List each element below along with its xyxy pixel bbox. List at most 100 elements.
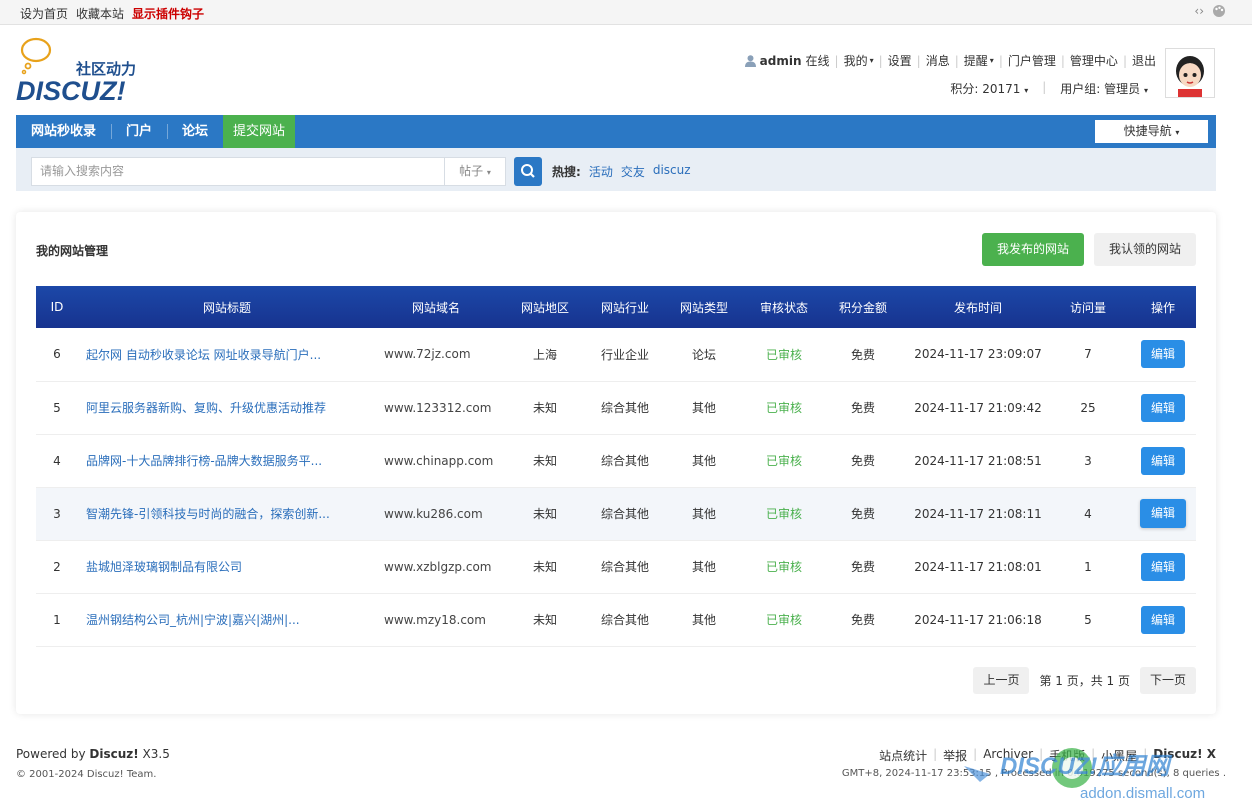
show-plugin-hook-link[interactable]: 显示插件钩子 xyxy=(132,5,204,22)
bookmark-link[interactable]: 收藏本站 xyxy=(76,5,124,22)
hot-searches: 热搜: 活动 交友 discuz xyxy=(552,163,691,180)
cell-industry: 综合其他 xyxy=(594,487,656,541)
site-management-panel: 我的网站管理 我发布的网站 我认领的网站 ID 网站标题 网站域名 网站地区 网… xyxy=(16,212,1216,714)
search-button[interactable] xyxy=(514,157,542,186)
cell-price: 免费 xyxy=(816,593,910,647)
avatar[interactable] xyxy=(1165,48,1215,98)
palette-icon[interactable] xyxy=(1212,4,1226,18)
col-header-status: 审核状态 xyxy=(752,286,816,328)
my-menu[interactable]: 我的 xyxy=(844,52,868,69)
cell-time: 2024-11-17 23:09:07 xyxy=(910,328,1046,382)
col-header-title: 网站标题 xyxy=(78,286,376,328)
table-row: 2 盐城旭泽玻璃钢制品有限公司 www.xzblgzp.com 未知 综合其他 … xyxy=(36,540,1196,594)
cell-time: 2024-11-17 21:08:51 xyxy=(910,434,1046,488)
cell-region: 上海 xyxy=(496,328,594,382)
portal-admin-link[interactable]: 门户管理 xyxy=(1008,52,1056,69)
hot-word-discuz[interactable]: discuz xyxy=(653,163,691,180)
caret-down-icon: ▾ xyxy=(486,168,491,177)
settings-link[interactable]: 设置 xyxy=(888,52,912,69)
nav-item-forum[interactable]: 论坛 xyxy=(167,115,223,148)
site-title-link[interactable]: 温州钢结构公司_杭州|宁波|嘉兴|湖州|... xyxy=(78,593,376,647)
edit-button[interactable]: 编辑 xyxy=(1140,499,1186,528)
nav-item-portal[interactable]: 门户 xyxy=(111,115,167,148)
cell-price: 免费 xyxy=(816,540,910,594)
cell-type: 其他 xyxy=(656,434,752,488)
quick-nav-button[interactable]: 快捷导航 ▾ xyxy=(1095,120,1208,143)
prev-page-button[interactable]: 上一页 xyxy=(973,667,1030,694)
discuz-logo[interactable]: 社区动力 DISCUZ! xyxy=(16,36,156,104)
edit-button[interactable]: 编辑 xyxy=(1141,446,1185,475)
set-homepage-link[interactable]: 设为首页 xyxy=(20,5,68,22)
cell-action: 编辑 xyxy=(1130,381,1196,435)
cell-status: 已审核 xyxy=(752,381,816,435)
col-header-industry: 网站行业 xyxy=(594,286,656,328)
cell-views: 3 xyxy=(1046,434,1130,488)
cell-industry: 综合其他 xyxy=(594,593,656,647)
site-title-link[interactable]: 起尔网 自动秒收录论坛 网址收录导航门户... xyxy=(78,328,376,382)
site-title-link[interactable]: 盐城旭泽玻璃钢制品有限公司 xyxy=(78,540,376,594)
hot-word-activity[interactable]: 活动 xyxy=(589,163,613,180)
cell-status: 已审核 xyxy=(752,434,816,488)
col-header-region: 网站地区 xyxy=(496,286,594,328)
panel-title: 我的网站管理 xyxy=(36,244,109,258)
caret-down-icon: ▾ xyxy=(989,56,994,65)
cell-domain: www.chinapp.com xyxy=(376,434,496,488)
top-links: 设为首页 收藏本站 显示插件钩子 xyxy=(20,5,204,22)
cell-region: 未知 xyxy=(496,487,594,541)
cell-status: 已审核 xyxy=(752,593,816,647)
pagination: 上一页 第 1 页，共 1 页 下一页 xyxy=(973,667,1196,694)
cell-industry: 综合其他 xyxy=(594,434,656,488)
next-page-button[interactable]: 下一页 xyxy=(1139,667,1196,694)
edit-button[interactable]: 编辑 xyxy=(1141,340,1185,369)
cell-industry: 综合其他 xyxy=(594,540,656,594)
edit-button[interactable]: 编辑 xyxy=(1141,393,1185,422)
table-row: 4 品牌网-十大品牌排行榜-品牌大数据服务平... www.chinapp.co… xyxy=(36,434,1196,488)
search-icon xyxy=(521,164,535,178)
cell-domain: www.xzblgzp.com xyxy=(376,540,496,594)
caret-down-icon: ▾ xyxy=(1024,86,1029,95)
table-row: 6 起尔网 自动秒收录论坛 网址收录导航门户... www.72jz.com 上… xyxy=(36,328,1196,382)
search-input[interactable]: 请输入搜索内容 xyxy=(31,157,445,186)
cell-domain: www.ku286.com xyxy=(376,487,496,541)
my-claimed-sites-button[interactable]: 我认领的网站 xyxy=(1094,233,1196,266)
col-header-price: 积分金额 xyxy=(816,286,910,328)
cell-views: 25 xyxy=(1046,381,1130,435)
edit-button[interactable]: 编辑 xyxy=(1141,605,1185,634)
table-row: 1 温州钢结构公司_杭州|宁波|嘉兴|湖州|... www.mzy18.com … xyxy=(36,593,1196,647)
hot-word-dating[interactable]: 交友 xyxy=(621,163,645,180)
nav-item-site-index[interactable]: 网站秒收录 xyxy=(16,115,111,148)
site-title-link[interactable]: 品牌网-十大品牌排行榜-品牌大数据服务平... xyxy=(78,434,376,488)
username-link[interactable]: admin xyxy=(760,54,802,68)
footer-link-stats[interactable]: 站点统计 xyxy=(879,747,927,764)
cell-price: 免费 xyxy=(816,434,910,488)
logout-link[interactable]: 退出 xyxy=(1132,52,1156,69)
edit-button[interactable]: 编辑 xyxy=(1141,552,1185,581)
search-bar: 请输入搜索内容 帖子 ▾ 热搜: 活动 交友 discuz xyxy=(16,148,1216,191)
code-icon[interactable]: ‹› xyxy=(1194,4,1204,18)
user-icon xyxy=(744,54,756,67)
messages-link[interactable]: 消息 xyxy=(926,52,950,69)
col-header-time: 发布时间 xyxy=(910,286,1046,328)
table-row: 3 智潮先锋-引领科技与时尚的融合，探索创新... www.ku286.com … xyxy=(36,487,1196,541)
notifications-menu[interactable]: 提醒 xyxy=(964,52,988,69)
nav-item-submit-site[interactable]: 提交网站 xyxy=(223,115,296,148)
user-meta: 积分: 20171 ▾ | 用户组: 管理员 ▾ xyxy=(950,80,1148,97)
site-title-link[interactable]: 智潮先锋-引领科技与时尚的融合，探索创新... xyxy=(78,487,376,541)
caret-down-icon: ▾ xyxy=(1175,128,1180,137)
cell-id: 2 xyxy=(36,540,78,594)
online-status[interactable]: 在线 xyxy=(806,52,830,69)
admin-center-link[interactable]: 管理中心 xyxy=(1070,52,1118,69)
cell-region: 未知 xyxy=(496,593,594,647)
my-published-sites-button[interactable]: 我发布的网站 xyxy=(982,233,1084,266)
points-menu[interactable]: 积分: 20171 ▾ xyxy=(950,80,1028,97)
cell-views: 5 xyxy=(1046,593,1130,647)
page-info: 第 1 页，共 1 页 xyxy=(1039,674,1130,688)
main-nav: 网站秒收录 门户 论坛 提交网站 快捷导航 ▾ xyxy=(16,115,1216,148)
site-title-link[interactable]: 阿里云服务器新购、复购、升级优惠活动推荐 xyxy=(78,381,376,435)
caret-down-icon: ▾ xyxy=(1143,86,1148,95)
powered-by: Powered by Discuz! X3.5 xyxy=(16,747,170,761)
discuz-link[interactable]: Discuz! xyxy=(89,747,138,761)
search-type-select[interactable]: 帖子 ▾ xyxy=(444,157,506,186)
usergroup-menu[interactable]: 用户组: 管理员 ▾ xyxy=(1060,80,1148,97)
table-header-row: ID 网站标题 网站域名 网站地区 网站行业 网站类型 审核状态 积分金额 发布… xyxy=(36,286,1196,328)
